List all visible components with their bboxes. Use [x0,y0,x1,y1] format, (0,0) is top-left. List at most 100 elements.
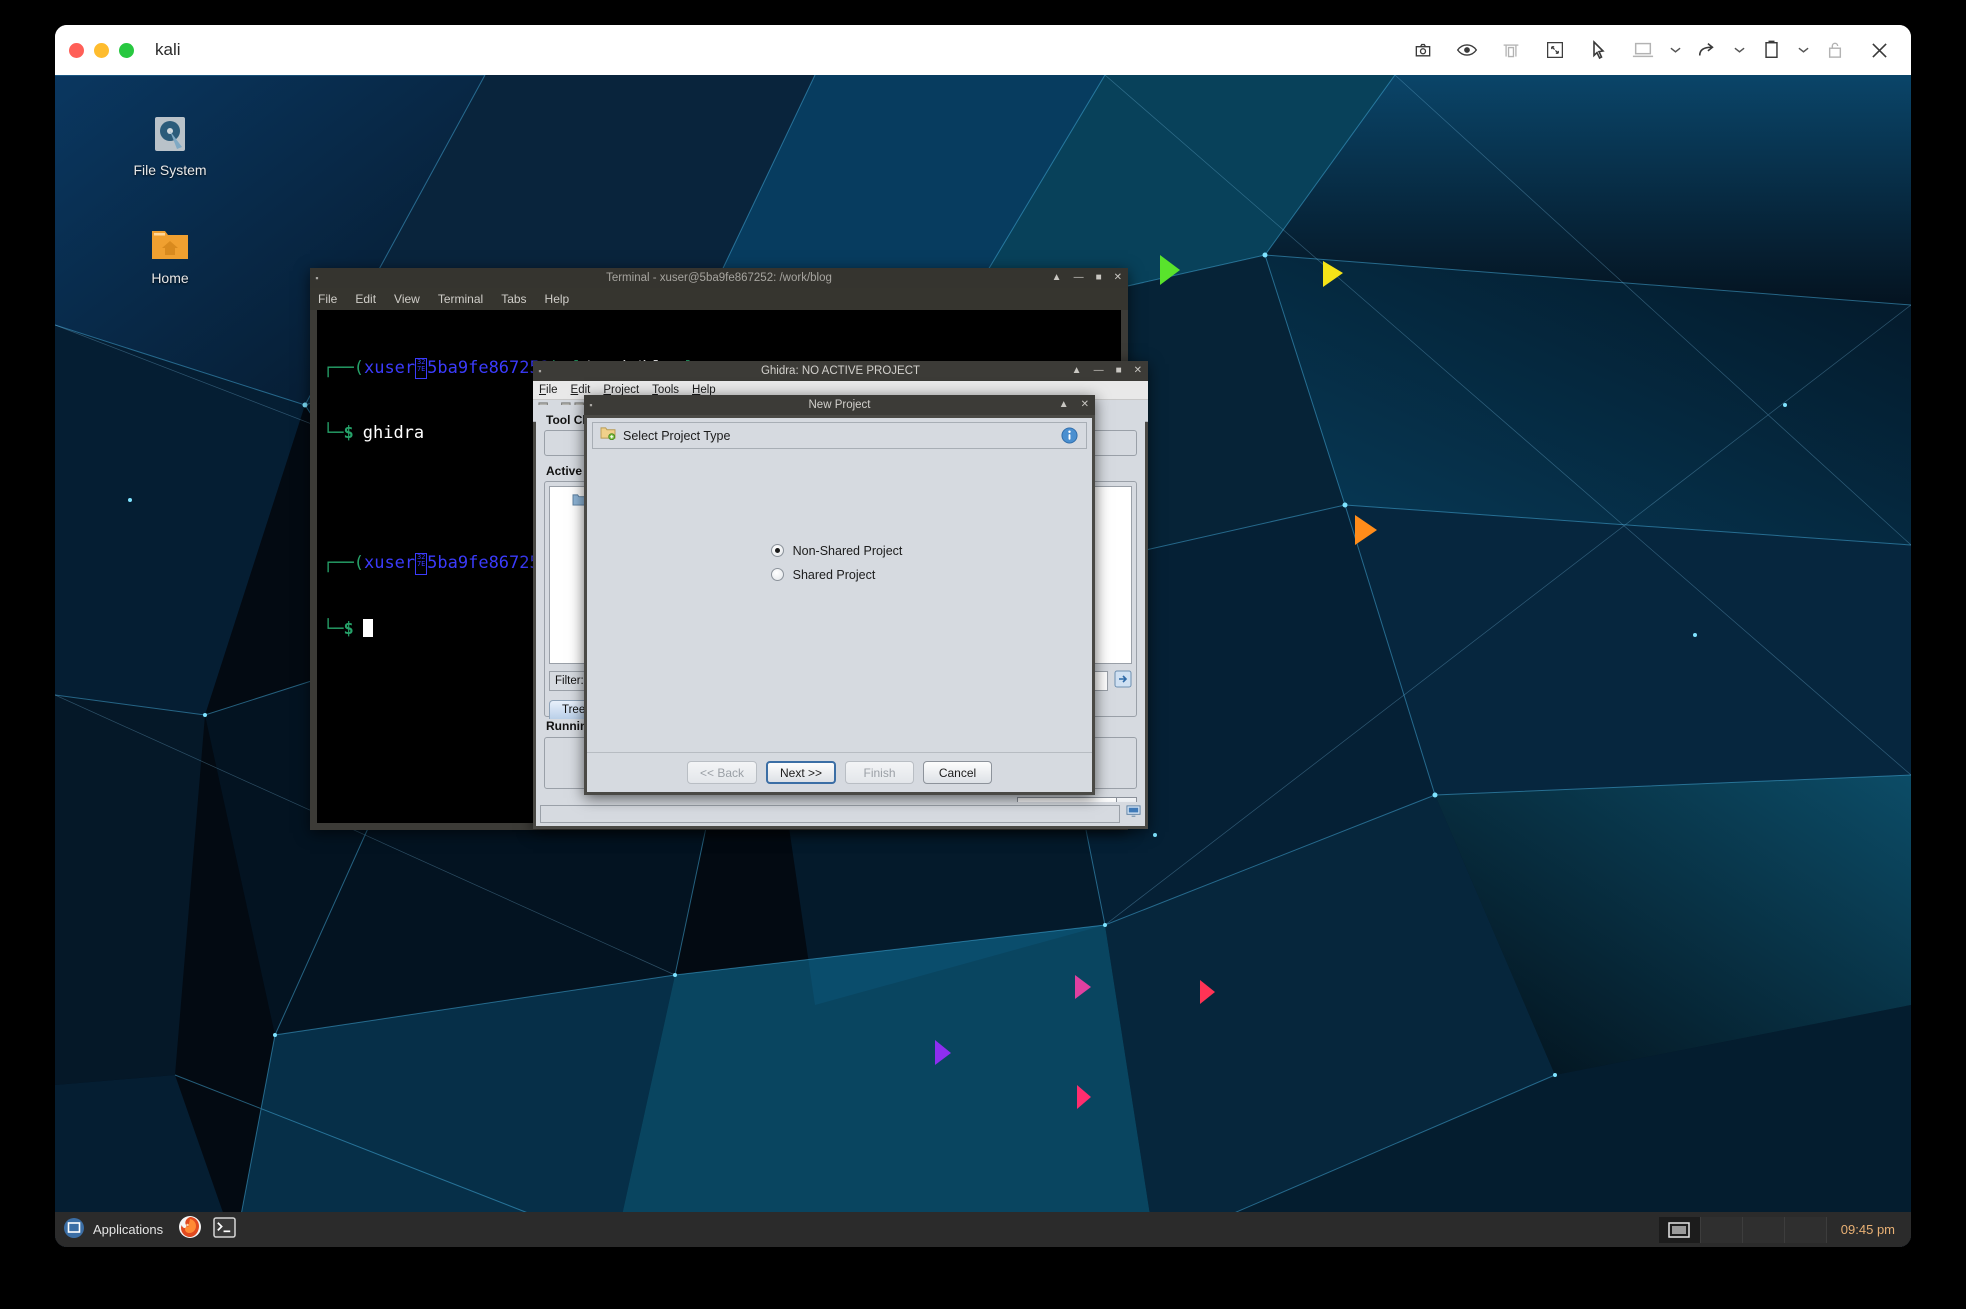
close-icon[interactable]: ✕ [1114,273,1122,283]
radio-label: Shared Project [793,568,876,582]
dialog-button-bar: << Back Next >> Finish Cancel [587,752,1092,792]
eye-icon[interactable] [1445,25,1489,75]
panels-icon[interactable] [1489,25,1533,75]
ghidra-titlebar[interactable]: ▪ Ghidra: NO ACTIVE PROJECT ▲ — ■ ✕ [533,361,1148,381]
close-icon[interactable]: ✕ [1134,366,1142,376]
file-system-icon [151,115,189,156]
taskbar-launcher-terminal[interactable] [207,1212,241,1247]
terminal-host: 5ba9fe867252 [427,358,550,380]
cursor-icon[interactable] [1577,25,1621,75]
next-button[interactable]: Next >> [766,761,836,784]
viewer-titlebar: kali [55,25,1911,75]
taskbar: Applications [55,1212,1911,1247]
ghidra-title: Ghidra: NO ACTIVE PROJECT [533,365,1148,377]
menu-view[interactable]: View [394,292,420,306]
new-project-body: Select Project Type Non-Shared Proj [587,418,1092,792]
monitor-icon[interactable] [1126,804,1141,824]
menu-edit[interactable]: Edit [355,292,376,306]
ghidra-menu-file[interactable]: File [539,384,558,396]
window-traffic-lights[interactable] [69,43,134,58]
prompt-tree-bottom: └─ [323,423,343,445]
shade-icon[interactable]: ▲ [1052,273,1062,283]
minimize-window-button[interactable] [94,43,109,58]
menu-tabs[interactable]: Tabs [501,292,526,306]
terminal-host: 5ba9fe86725 [427,553,540,575]
workspace-4[interactable] [1785,1217,1827,1243]
terminal-window-controls[interactable]: ▲ — ■ ✕ [1052,273,1122,283]
radio-indicator[interactable] [771,544,784,557]
desktop-icon-file-system[interactable]: File System [115,115,225,178]
minimize-icon[interactable]: — [1074,273,1084,283]
clock[interactable]: 09:45 pm [1827,1222,1911,1237]
maximize-window-button[interactable] [119,43,134,58]
clipboard-chevron-down-icon[interactable] [1793,25,1813,75]
workspace-switcher[interactable] [1659,1217,1827,1243]
redo-icon[interactable] [1685,25,1729,75]
prompt-tree-bottom: └─ [323,619,343,641]
home-folder-icon [150,227,190,264]
finish-button: Finish [845,761,914,784]
lock-icon[interactable] [1813,25,1857,75]
menu-help[interactable]: Help [545,292,570,306]
display-chevron-down-icon[interactable] [1665,25,1685,75]
window-menu-icon[interactable]: ▪ [584,400,598,410]
radio-indicator[interactable] [771,568,784,581]
applications-icon [63,1217,85,1242]
new-project-title: New Project [584,399,1095,411]
ghidra-window-controls[interactable]: ▲ — ■ ✕ [1072,366,1142,376]
applications-label: Applications [93,1222,163,1237]
terminal-command: ghidra [354,423,424,445]
desktop-icon-home[interactable]: Home [115,227,225,286]
window-menu-icon[interactable]: ▪ [533,366,547,376]
workspace-3[interactable] [1743,1217,1785,1243]
kali-dragon-glyph: 327E [415,553,427,575]
redo-chevron-down-icon[interactable] [1729,25,1749,75]
info-icon[interactable] [1061,427,1078,449]
project-type-radio-group[interactable]: Non-Shared Project Shared Project [771,544,903,582]
window-menu-icon[interactable]: ▪ [310,273,324,283]
prompt-tree-top: ┌── [323,358,354,380]
status-text [540,805,1120,823]
minimize-icon[interactable]: — [1094,366,1104,376]
clipboard-icon[interactable] [1749,25,1793,75]
maximize-icon[interactable]: ■ [1116,366,1122,376]
applications-menu-button[interactable]: Applications [55,1212,173,1247]
radio-non-shared-project[interactable]: Non-Shared Project [771,544,903,558]
new-project-titlebar[interactable]: ▪ New Project ▲ ✕ [584,395,1095,415]
kali-dragon-glyph: 327E [415,358,427,380]
cancel-button[interactable]: Cancel [923,761,992,784]
maximize-icon[interactable]: ■ [1096,273,1102,283]
filter-options-icon[interactable] [1114,670,1132,693]
screenshot-icon[interactable] [1401,25,1445,75]
prompt-symbol: $ [343,423,353,445]
display-icon[interactable] [1621,25,1665,75]
shade-icon[interactable]: ▲ [1059,400,1069,410]
back-button: << Back [687,761,757,784]
new-project-dialog[interactable]: ▪ New Project ▲ ✕ Select Pr [584,395,1095,795]
paren-open: ( [354,553,364,575]
menu-file[interactable]: File [318,292,337,306]
viewer-toolbar [1401,25,1901,75]
workspace-1[interactable] [1659,1217,1701,1243]
compress-icon[interactable] [1533,25,1577,75]
taskbar-right-area: 09:45 pm [1659,1212,1911,1247]
ghidra-statusbar [536,802,1145,826]
terminal-menubar[interactable]: File Edit View Terminal Tabs Help [310,288,1128,310]
workspace-2[interactable] [1701,1217,1743,1243]
close-icon[interactable] [1857,25,1901,75]
prompt-symbol: $ [343,619,353,641]
new-project-window-controls[interactable]: ▲ ✕ [1059,400,1089,410]
close-window-button[interactable] [69,43,84,58]
terminal-title: Terminal - xuser@5ba9fe867252: /work/blo… [310,272,1128,284]
close-icon[interactable]: ✕ [1081,400,1089,410]
project-type-options-area: Non-Shared Project Shared Project [587,449,1092,752]
taskbar-launcher-firefox[interactable] [173,1212,207,1247]
terminal-icon [213,1217,236,1243]
terminal-titlebar[interactable]: ▪ Terminal - xuser@5ba9fe867252: /work/b… [310,268,1128,288]
menu-terminal[interactable]: Terminal [438,292,483,306]
new-folder-icon [600,426,616,445]
radio-label: Non-Shared Project [793,544,903,558]
radio-shared-project[interactable]: Shared Project [771,568,903,582]
shade-icon[interactable]: ▲ [1072,366,1082,376]
desktop-icon-label: Home [151,270,188,286]
